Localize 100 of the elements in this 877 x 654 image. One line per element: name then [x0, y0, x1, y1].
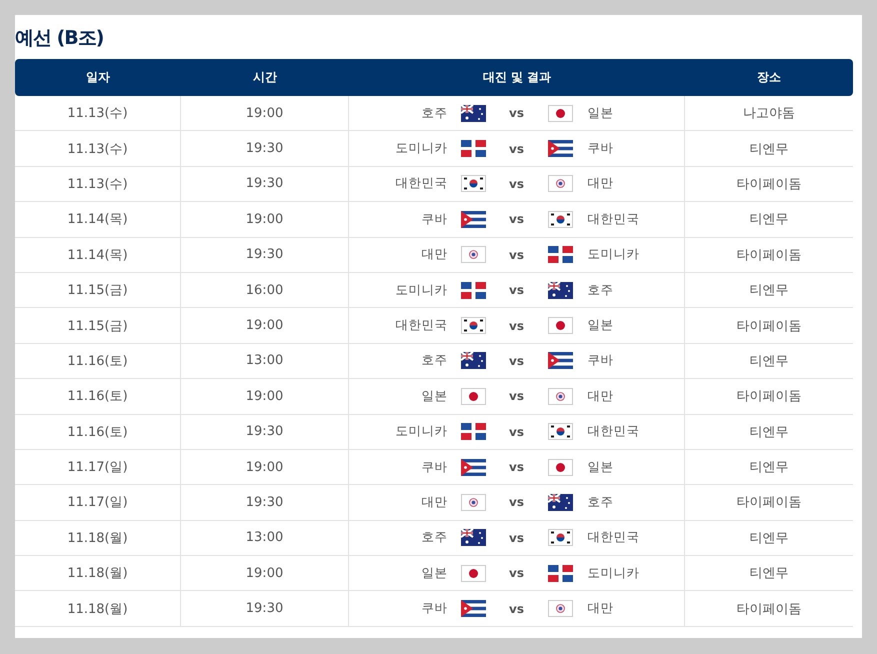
venue-text: 티엔무 [750, 211, 788, 228]
versus-text: vs [509, 566, 524, 580]
versus-text: vs [509, 248, 524, 262]
column-header: 장소 [757, 69, 781, 86]
team-name: 쿠바 [586, 352, 614, 370]
team-name: 호주 [420, 529, 448, 546]
flag-icon [548, 564, 572, 582]
time-text: 19:00 [246, 212, 284, 227]
date-text: 11.17(일) [67, 494, 128, 512]
team-name: 대만 [586, 175, 614, 192]
time-text: 19:30 [246, 141, 284, 156]
venue-text: 티엔무 [750, 424, 788, 441]
team-name: 대한민국 [394, 175, 448, 192]
flag-icon [548, 317, 572, 334]
time-text: 19:00 [246, 318, 284, 334]
venue-text: 타이페이돔 [736, 318, 802, 335]
venue-text: 티엔무 [750, 459, 788, 476]
date-text: 11.15(금) [67, 318, 128, 335]
team-name: 대만 [586, 600, 614, 618]
versus-text: vs [509, 602, 524, 616]
time-text: 13:00 [246, 530, 284, 546]
team-name: 쿠바 [420, 210, 448, 228]
column-header: 시간 [253, 69, 277, 86]
date-text: 11.14(목) [67, 246, 128, 264]
date-text: 11.16(토) [67, 352, 128, 370]
team-name: 도미니카 [394, 140, 448, 158]
column-header: 일자 [86, 69, 110, 86]
versus-text: vs [509, 424, 524, 439]
team-name: 대만 [586, 388, 614, 405]
team-name: 도미니카 [394, 423, 448, 440]
time-text: 19:00 [246, 566, 284, 581]
date-text: 11.17(일) [67, 459, 128, 476]
date-text: 11.13(수) [67, 140, 128, 158]
flag-icon [460, 494, 486, 511]
time-text: 19:30 [246, 424, 284, 440]
flag-icon [460, 564, 486, 582]
date-text: 11.18(월) [67, 600, 128, 618]
time-text: 16:00 [246, 282, 284, 298]
flag-icon [460, 104, 486, 122]
versus-text: vs [509, 212, 524, 226]
venue-text: 티엔무 [750, 140, 788, 158]
date-text: 11.13(수) [67, 105, 128, 122]
team-name: 대한민국 [586, 529, 640, 546]
versus-text: vs [509, 460, 524, 474]
flag-icon [460, 140, 486, 158]
venue-text: 티엔무 [750, 352, 788, 370]
versus-text: vs [509, 142, 524, 156]
team-name: 대한민국 [586, 210, 640, 228]
team-name: 일본 [586, 458, 614, 476]
section-title: 예선 (B조) [15, 26, 104, 51]
flag-icon [548, 175, 572, 192]
venue-text: 나고야돔 [743, 105, 795, 122]
team-name: 쿠바 [420, 600, 448, 618]
flag-icon [460, 282, 486, 299]
team-name: 도미니카 [394, 282, 448, 299]
flag-icon [460, 458, 486, 476]
time-text: 19:00 [246, 106, 284, 121]
team-name: 호주 [586, 494, 614, 511]
flag-icon [460, 210, 486, 228]
versus-text: vs [509, 530, 524, 545]
date-text: 11.13(수) [67, 176, 128, 193]
team-name: 일본 [586, 104, 614, 122]
venue-text: 티엔무 [750, 530, 788, 547]
flag-icon [548, 352, 572, 370]
venue-text: 티엔무 [750, 282, 788, 300]
date-text: 11.16(토) [67, 388, 128, 406]
time-text: 19:00 [246, 388, 284, 404]
versus-text: vs [509, 495, 524, 510]
flag-icon [548, 388, 572, 405]
venue-text: 티엔무 [750, 565, 788, 582]
flag-icon [548, 282, 572, 299]
versus-text: vs [509, 354, 524, 368]
time-text: 19:30 [246, 176, 284, 192]
team-name: 일본 [420, 564, 448, 582]
flag-icon [460, 175, 486, 192]
flag-icon [548, 140, 572, 158]
flag-icon [548, 210, 572, 228]
venue-text: 타이페이돔 [736, 246, 802, 264]
flag-icon [460, 529, 486, 546]
versus-text: vs [509, 283, 524, 298]
team-name: 쿠바 [420, 458, 448, 476]
time-text: 19:30 [246, 494, 284, 510]
team-name: 도미니카 [586, 246, 640, 264]
flag-icon [548, 104, 572, 122]
column-header: 대진 및 결과 [482, 69, 552, 86]
venue-text: 타이페이돔 [736, 494, 802, 512]
versus-text: vs [509, 176, 524, 191]
time-text: 19:30 [246, 247, 284, 262]
date-text: 11.15(금) [67, 282, 128, 300]
team-name: 일본 [420, 388, 448, 405]
flag-icon [460, 317, 486, 334]
team-name: 대만 [420, 494, 448, 511]
team-name: 대만 [420, 246, 448, 264]
flag-icon [460, 352, 486, 370]
team-name: 호주 [420, 104, 448, 122]
date-text: 11.18(월) [67, 530, 128, 547]
team-name: 도미니카 [586, 564, 640, 582]
flag-icon [460, 246, 486, 264]
flag-icon [548, 423, 572, 440]
flag-icon [548, 494, 572, 511]
